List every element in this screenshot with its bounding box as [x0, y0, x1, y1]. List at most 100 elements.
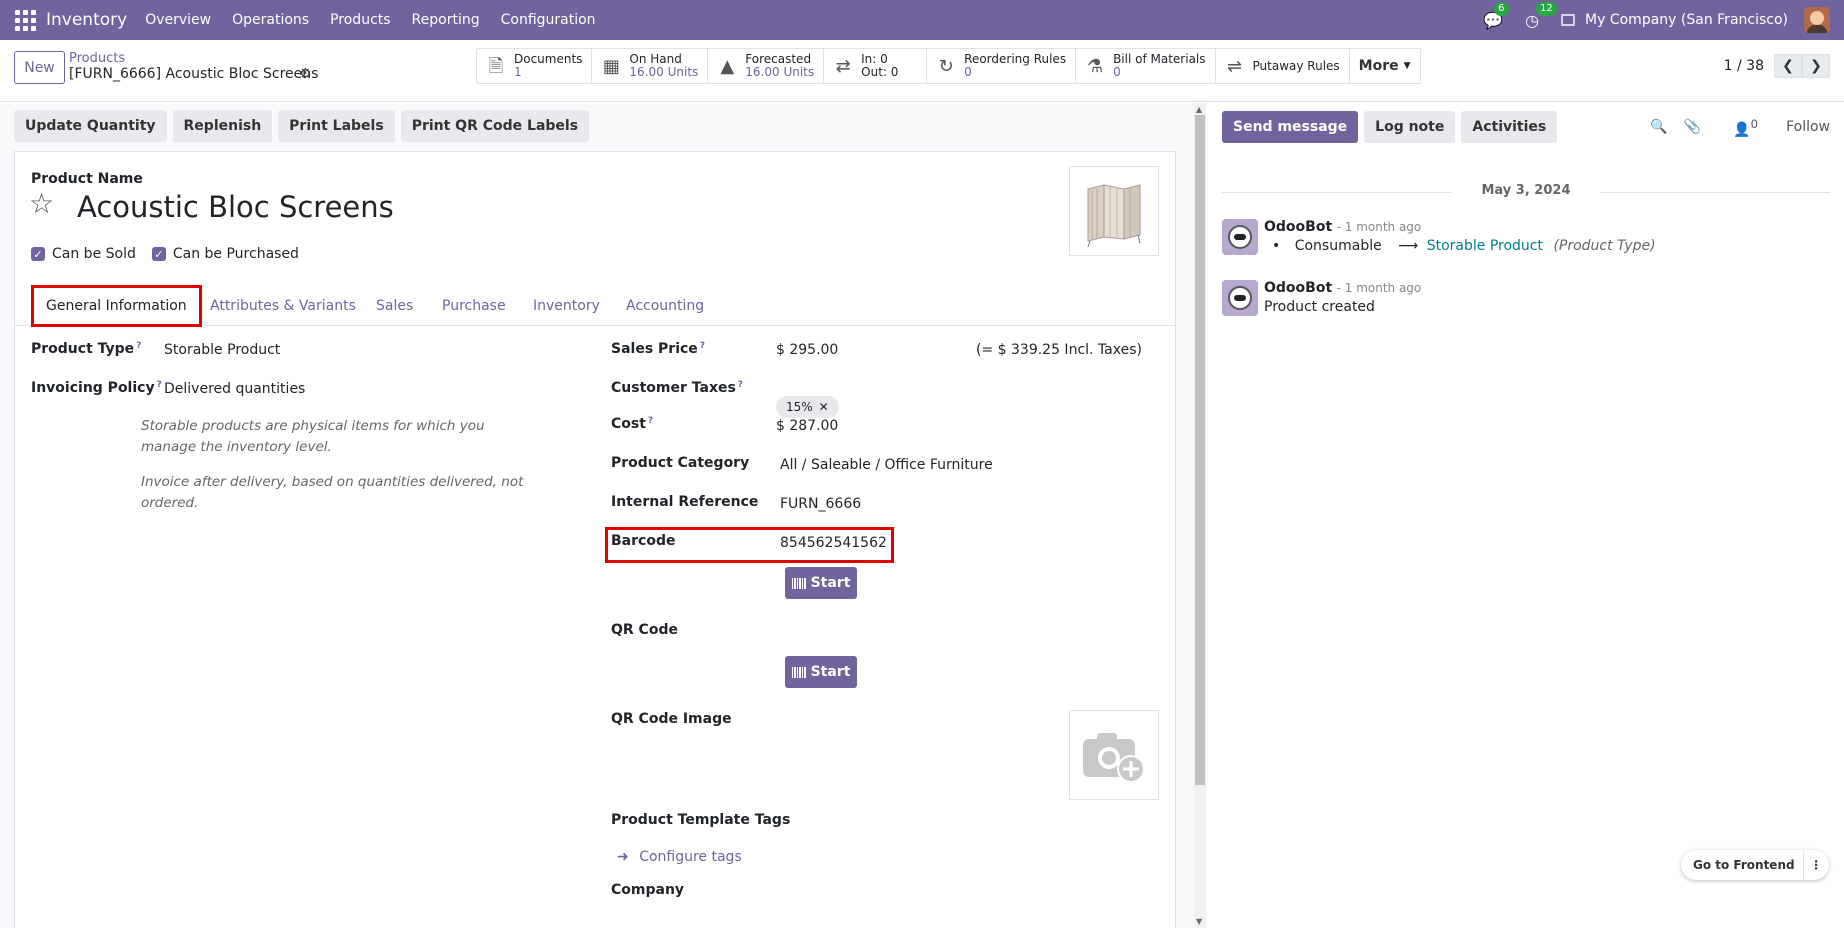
barcode-icon [791, 666, 806, 678]
sb-value: 0 [964, 65, 972, 79]
send-message-button[interactable]: Send message [1222, 111, 1359, 143]
breadcrumb-parent[interactable]: Products [69, 51, 125, 66]
barcode-start-button[interactable]: Start [785, 567, 857, 599]
go-to-frontend-button[interactable]: Go to Frontend ⋮ [1681, 850, 1829, 880]
on-hand-smart-button[interactable]: ▦ On Hand 16.00 Units [592, 49, 709, 83]
odoobot-avatar[interactable] [1222, 280, 1258, 316]
qr-start-button[interactable]: Start [785, 656, 857, 688]
menu-operations[interactable]: Operations [232, 12, 309, 28]
form-scrollbar[interactable]: ▲ ▼ [1194, 103, 1206, 928]
product-type-hint: Storable products are physical items for… [141, 418, 485, 455]
print-qr-labels-button[interactable]: Print QR Code Labels [400, 110, 590, 142]
follow-button[interactable]: Follow [1786, 119, 1830, 135]
message-author[interactable]: OdooBot [1264, 280, 1332, 296]
tracked-field-name: (Product Type) [1553, 238, 1656, 254]
in-out-smart-button[interactable]: ⇄ In: 0 Out: 0 [824, 49, 928, 83]
vertical-dots-icon[interactable]: ⋮ [1802, 850, 1829, 880]
activity-menu[interactable]: ◷ 12 [1525, 1, 1557, 30]
pager-previous-button[interactable]: ❮ [1774, 54, 1802, 78]
can-be-purchased-checkbox[interactable]: ✓ [151, 247, 166, 261]
scroll-down-icon[interactable]: ▼ [1196, 917, 1202, 926]
internal-reference-field[interactable]: FURN_6666 [780, 496, 861, 512]
menu-overview[interactable]: Overview [145, 12, 211, 28]
menu-configuration[interactable]: Configuration [501, 12, 596, 28]
app-brand[interactable]: Inventory [46, 10, 127, 30]
invoicing-policy-field[interactable]: Delivered quantities [164, 381, 305, 397]
configure-tags-label: Configure tags [639, 849, 742, 865]
product-name-field[interactable]: Acoustic Bloc Screens [77, 190, 394, 224]
activities-button[interactable]: Activities [1461, 111, 1558, 143]
remove-tag-icon[interactable]: ✕ [819, 400, 829, 414]
help-tooltip-icon[interactable]: ? [700, 341, 705, 351]
menu-reporting[interactable]: Reporting [412, 12, 480, 28]
barcode-icon [791, 577, 806, 589]
search-icon[interactable]: 🔍 [1650, 119, 1667, 135]
qr-code-image-upload[interactable] [1069, 710, 1159, 800]
form-view: Update Quantity Replenish Print Labels P… [0, 103, 1196, 928]
putaway-rules-smart-button[interactable]: ⇌ Putaway Rules [1216, 49, 1350, 83]
company-switch-icon[interactable] [1561, 14, 1576, 26]
company-label: Company [611, 882, 685, 898]
print-labels-button[interactable]: Print Labels [278, 110, 395, 142]
barcode-field[interactable]: 854562541562 [780, 535, 887, 551]
odoobot-avatar[interactable] [1222, 219, 1258, 255]
forecasted-smart-button[interactable]: ▲ Forecasted 16.00 Units [708, 49, 825, 83]
form-statusbar-buttons: Update Quantity Replenish Print Labels P… [14, 110, 595, 142]
user-avatar[interactable] [1804, 7, 1830, 33]
favorite-star-icon[interactable]: ☆ [29, 187, 54, 220]
documents-smart-button[interactable]: 🗎 Documents 1 [477, 49, 593, 83]
log-note-button[interactable]: Log note [1364, 111, 1456, 143]
random-icon: ⇌ [1226, 55, 1243, 77]
chatter-icons: 🔍 📎 👤0 Follow [1634, 117, 1830, 138]
configure-tags-link[interactable]: ➜ Configure tags [617, 849, 742, 865]
message-author[interactable]: OdooBot [1264, 219, 1332, 235]
sales-price-field[interactable]: $ 295.00 [776, 342, 838, 358]
help-tooltip-icon[interactable]: ? [648, 416, 653, 426]
scrollbar-thumb[interactable] [1195, 115, 1205, 785]
message-time: - 1 month ago [1336, 220, 1422, 234]
tab-purchase[interactable]: Purchase [442, 286, 506, 326]
reordering-rules-smart-button[interactable]: ↻ Reordering Rules 0 [927, 49, 1077, 83]
can-be-sold-label: Can be Sold [52, 246, 136, 262]
breadcrumb-current: [FURN_6666] Acoustic Bloc Screens [69, 66, 319, 82]
invoicing-policy-hint: Invoice after delivery, based on quantit… [141, 474, 524, 511]
help-tooltip-icon[interactable]: ? [157, 380, 162, 390]
apps-menu-icon[interactable] [14, 9, 36, 31]
followers-button[interactable]: 👤0 [1717, 117, 1758, 138]
can-be-purchased-label: Can be Purchased [172, 246, 299, 262]
scroll-up-icon[interactable]: ▲ [1196, 105, 1202, 114]
camera-plus-icon [1083, 733, 1145, 783]
more-label: More [1358, 57, 1399, 74]
product-type-field[interactable]: Storable Product [164, 342, 280, 358]
product-image[interactable] [1069, 166, 1159, 256]
new-button[interactable]: New [14, 51, 65, 84]
product-category-field[interactable]: All / Saleable / Office Furniture [780, 457, 993, 473]
tab-accounting[interactable]: Accounting [626, 286, 704, 326]
date-separator: May 3, 2024 [1222, 183, 1830, 198]
pager-value[interactable]: 1 / 38 [1724, 58, 1764, 74]
tab-general-information[interactable]: General Information [31, 285, 202, 327]
tab-inventory[interactable]: Inventory [533, 286, 600, 326]
more-dropdown[interactable]: More ▼ [1350, 49, 1420, 83]
cost-label: Cost? [611, 416, 653, 432]
pager-next-button[interactable]: ❯ [1802, 54, 1830, 78]
replenish-button[interactable]: Replenish [172, 110, 273, 142]
bill-of-materials-smart-button[interactable]: ⚗ Bill of Materials 0 [1076, 49, 1216, 83]
help-tooltip-icon[interactable]: ? [738, 380, 743, 390]
paperclip-icon[interactable]: 📎 [1684, 119, 1701, 135]
gear-icon[interactable]: ⚙ [299, 66, 312, 82]
tab-attributes-variants[interactable]: Attributes & Variants [210, 286, 356, 326]
help-tooltip-icon[interactable]: ? [136, 341, 141, 351]
barcode-label: Barcode [611, 533, 676, 549]
qr-code-image-label: QR Code Image [611, 711, 732, 727]
tab-sales[interactable]: Sales [376, 286, 413, 326]
cost-field[interactable]: $ 287.00 [776, 418, 838, 434]
menu-products[interactable]: Products [330, 12, 390, 28]
update-quantity-button[interactable]: Update Quantity [14, 110, 167, 142]
customer-tax-tag[interactable]: 15% ✕ [776, 396, 839, 418]
company-name[interactable]: My Company (San Francisco) [1585, 12, 1788, 28]
messaging-menu[interactable]: 💬 6 [1483, 1, 1509, 30]
can-be-sold-checkbox[interactable]: ✓ [31, 247, 45, 261]
tax-tag-label: 15% [786, 400, 813, 414]
label-text: Customer Taxes [611, 380, 736, 396]
